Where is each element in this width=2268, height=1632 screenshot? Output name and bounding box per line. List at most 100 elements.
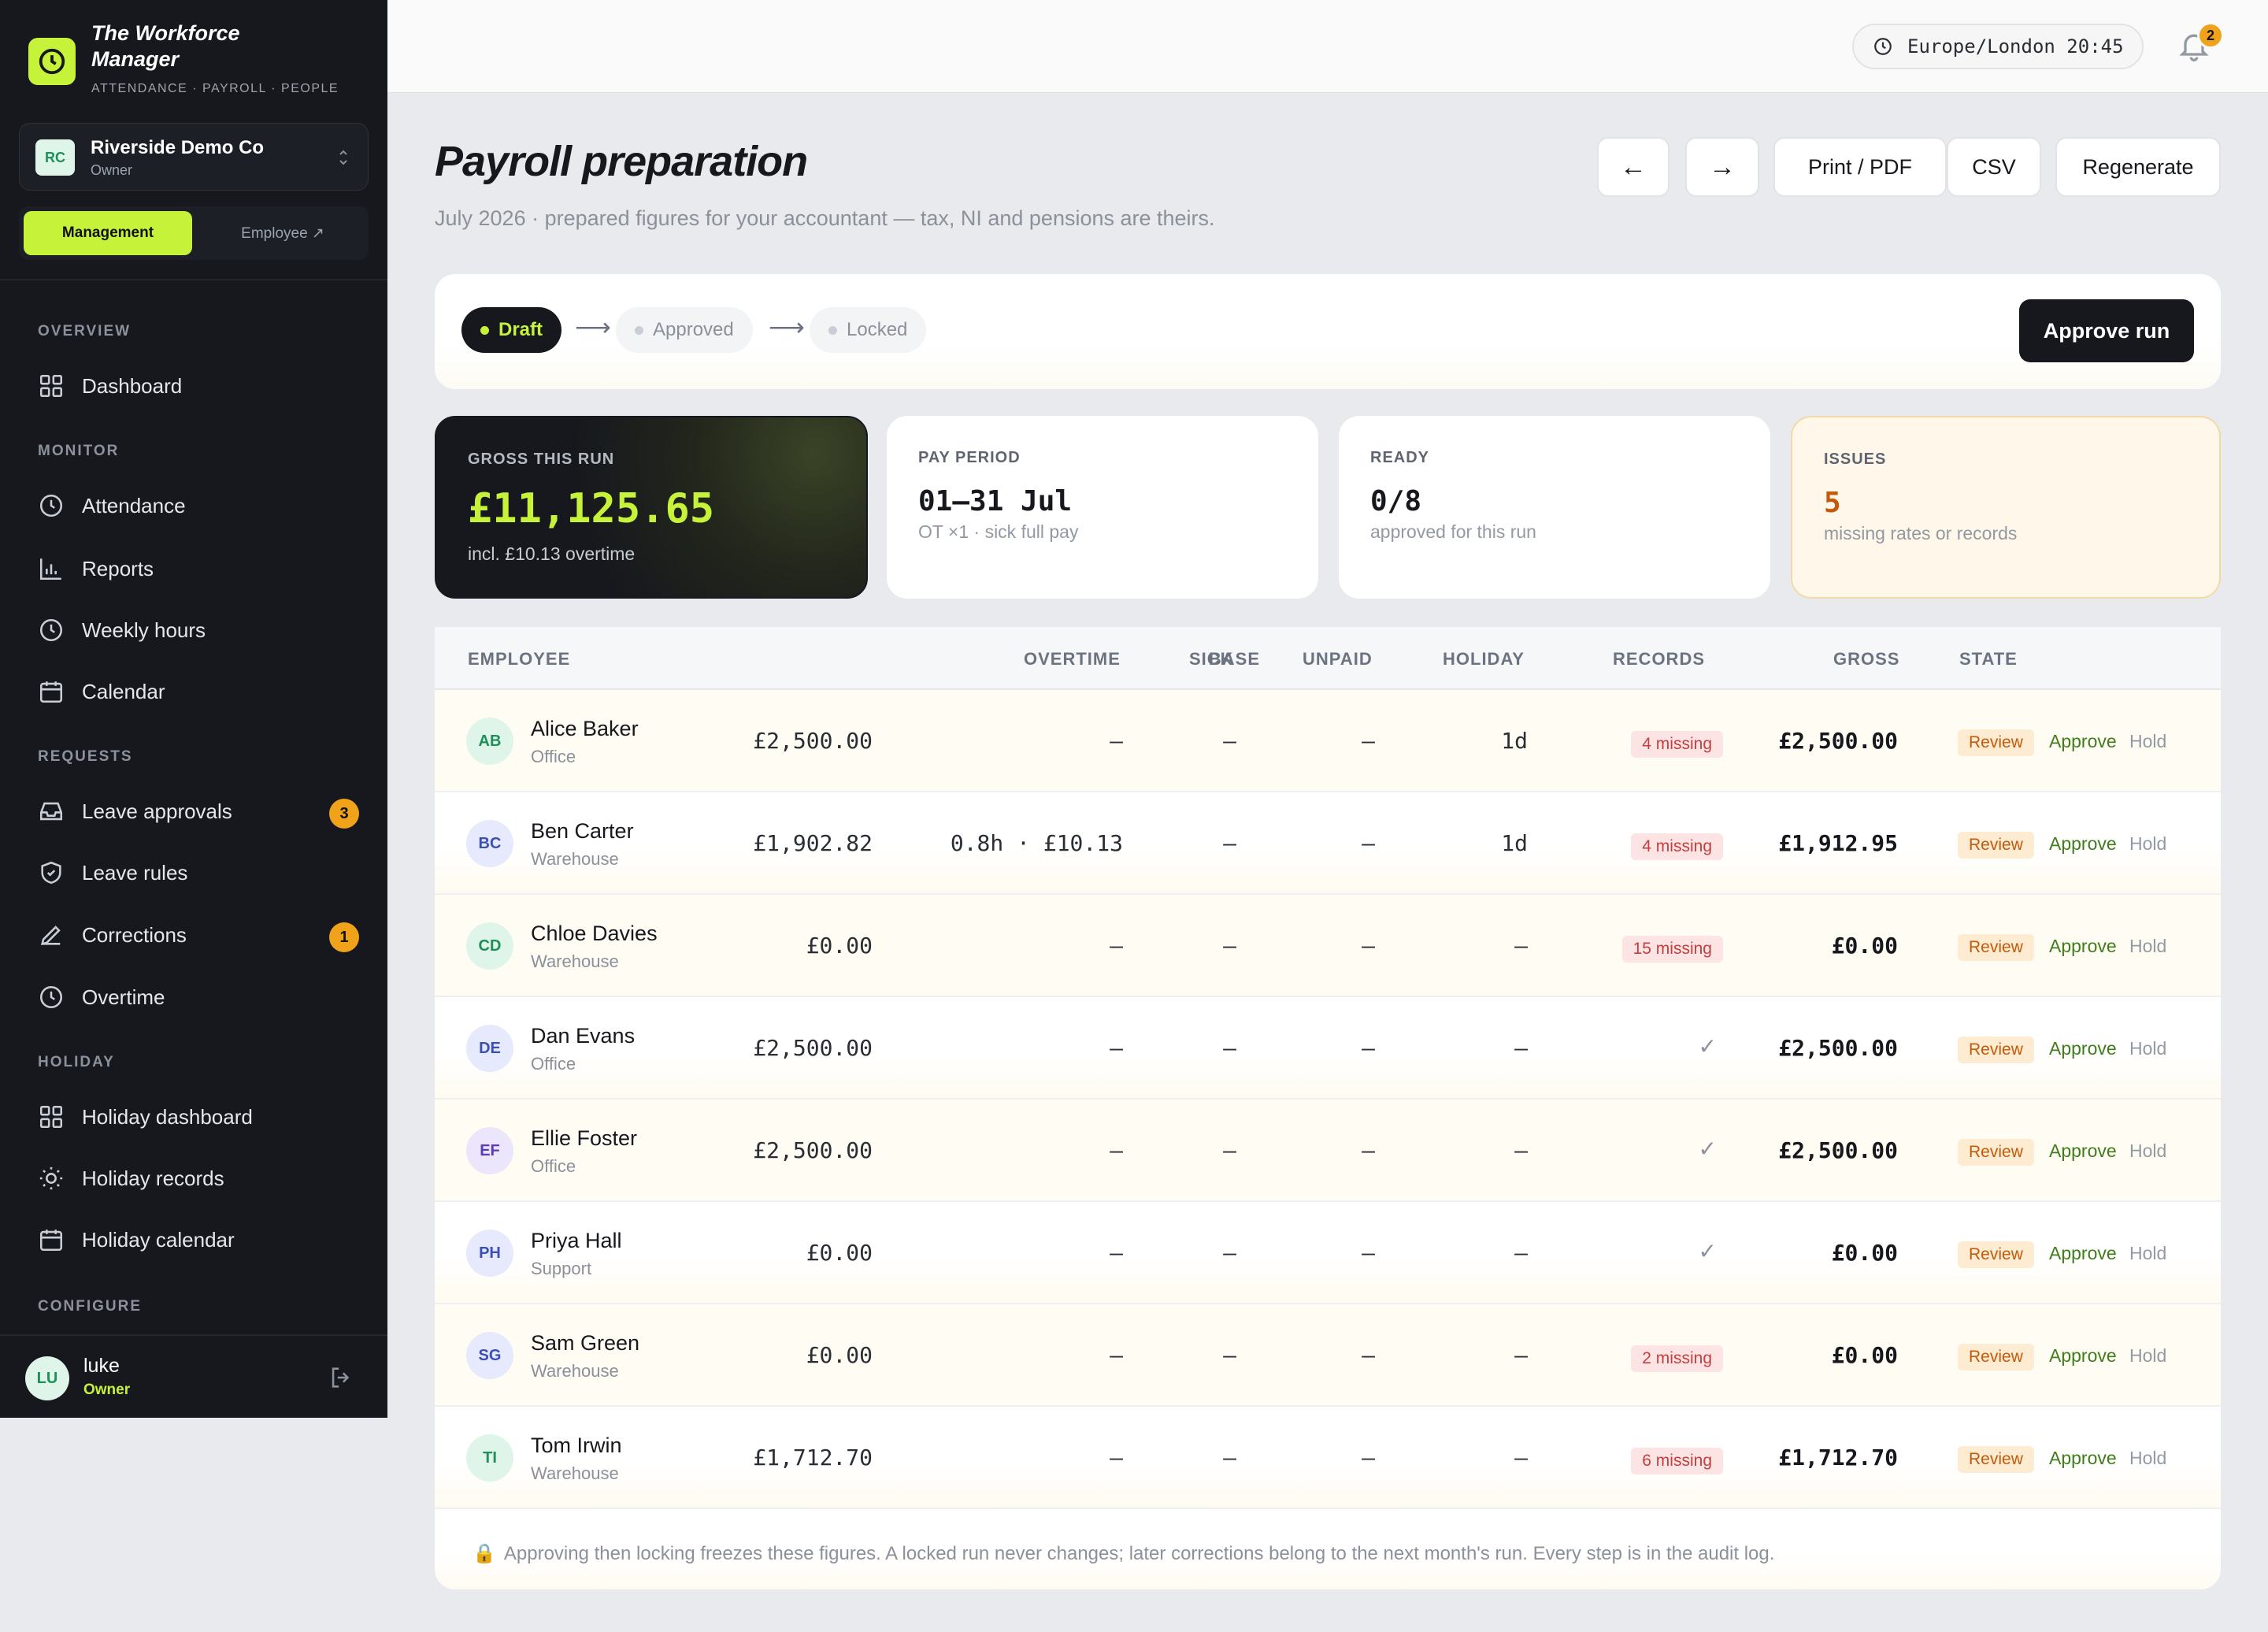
brand-title: The Workforce Manager: [91, 21, 240, 71]
clock-icon: [39, 618, 63, 642]
hold-button[interactable]: Hold: [2129, 1448, 2166, 1469]
employee-name[interactable]: Ellie Foster: [531, 1126, 637, 1151]
next-month-button[interactable]: →: [1685, 137, 1759, 197]
mode-switch: Management Employee ↗: [19, 206, 369, 260]
overtime-pay: –: [1110, 1342, 1123, 1368]
sick-pay: –: [1223, 830, 1236, 856]
inbox-icon: [39, 802, 63, 821]
nav-dashboard[interactable]: Dashboard: [38, 364, 359, 408]
missing-records-badge[interactable]: 2 missing: [1631, 1345, 1723, 1372]
base-pay: £0.00: [806, 1342, 873, 1368]
missing-records-badge[interactable]: 4 missing: [1631, 731, 1723, 758]
management-mode-button[interactable]: Management: [24, 211, 192, 255]
col-sick: SICK: [1189, 649, 1234, 669]
nav-leave-rules[interactable]: Leave rules: [38, 851, 359, 895]
employee-name[interactable]: Chloe Davies: [531, 922, 658, 946]
col-overtime: OVERTIME: [1024, 649, 1121, 669]
review-button[interactable]: Review: [1958, 832, 2034, 859]
review-button[interactable]: Review: [1958, 1344, 2034, 1371]
hold-button[interactable]: Hold: [2129, 1038, 2166, 1059]
employee-name[interactable]: Ben Carter: [531, 819, 634, 844]
nav-holiday-dashboard[interactable]: Holiday dashboard: [38, 1095, 359, 1139]
logout-icon[interactable]: [328, 1364, 354, 1391]
review-button[interactable]: Review: [1958, 1037, 2034, 1063]
approve-run-button[interactable]: Approve run: [2019, 299, 2194, 362]
csv-button[interactable]: CSV: [1947, 137, 2041, 197]
nav-reports[interactable]: Reports: [38, 547, 359, 591]
hold-button[interactable]: Hold: [2129, 936, 2166, 957]
approve-button[interactable]: Approve: [2049, 1345, 2117, 1367]
nav-weekly-hours[interactable]: Weekly hours: [38, 608, 359, 652]
card-label: READY: [1370, 449, 1430, 466]
approve-button[interactable]: Approve: [2049, 936, 2117, 957]
step-label: Locked: [847, 319, 908, 340]
employee-department: Support: [531, 1259, 592, 1278]
table-row[interactable]: CD Chloe Davies Warehouse £0.00 – – – – 15 missi…: [435, 895, 2221, 997]
timezone-clock[interactable]: Europe/London 20:45: [1852, 24, 2144, 69]
employee-name[interactable]: Tom Irwin: [531, 1434, 622, 1458]
chevron-updown-icon: [339, 150, 347, 165]
missing-records-badge[interactable]: 15 missing: [1621, 936, 1723, 963]
hold-button[interactable]: Hold: [2129, 1345, 2166, 1367]
unpaid-leave: –: [1362, 1445, 1375, 1471]
review-button[interactable]: Review: [1958, 1139, 2034, 1166]
bar-chart-icon: [39, 558, 61, 580]
hold-button[interactable]: Hold: [2129, 1141, 2166, 1162]
nav-label: Reports: [82, 556, 154, 580]
nav-calendar[interactable]: Calendar: [38, 669, 359, 714]
table-row[interactable]: AB Alice Baker Office £2,500.00 – – – 1d 4 missi…: [435, 690, 2221, 792]
holiday-days: –: [1514, 933, 1528, 959]
nav-attendance[interactable]: Attendance: [38, 484, 359, 528]
nav-holiday-calendar[interactable]: Holiday calendar: [38, 1218, 359, 1262]
table-row[interactable]: DE Dan Evans Office £2,500.00 – – – – ✓ £2,500.00…: [435, 997, 2221, 1100]
approve-button[interactable]: Approve: [2049, 1243, 2117, 1264]
review-button[interactable]: Review: [1958, 1446, 2034, 1473]
hold-button[interactable]: Hold: [2129, 1243, 2166, 1264]
review-button[interactable]: Review: [1958, 934, 2034, 961]
table-row[interactable]: BC Ben Carter Warehouse £1,902.82 0.8h · £10…: [435, 792, 2221, 895]
organization-switcher[interactable]: RC Riverside Demo Co Owner: [19, 123, 369, 191]
nav-corrections[interactable]: Corrections 1: [38, 913, 359, 957]
review-button[interactable]: Review: [1958, 729, 2034, 756]
approve-button[interactable]: Approve: [2049, 1038, 2117, 1059]
table-row[interactable]: EF Ellie Foster Office £2,500.00 – – – – ✓ £2,500…: [435, 1100, 2221, 1202]
regenerate-button[interactable]: Regenerate: [2055, 137, 2221, 197]
missing-records-badge[interactable]: 4 missing: [1631, 833, 1723, 860]
employee-mode-button[interactable]: Employee ↗: [202, 211, 364, 255]
review-button[interactable]: Review: [1958, 1241, 2034, 1268]
approve-button[interactable]: Approve: [2049, 731, 2117, 752]
table-row[interactable]: TI Tom Irwin Warehouse £1,712.70 – – – – 6 missi…: [435, 1407, 2221, 1509]
table-row[interactable]: SG Sam Green Warehouse £0.00 – – – – 2 missing £0…: [435, 1304, 2221, 1407]
card-note: missing rates or records: [1824, 523, 2018, 543]
nav-overtime[interactable]: Overtime: [38, 975, 359, 1019]
footer-text: Approving then locking freezes these fig…: [503, 1543, 1775, 1564]
approve-button[interactable]: Approve: [2049, 1448, 2117, 1469]
clock-icon: [1874, 38, 1892, 55]
status-dot: [635, 325, 643, 335]
missing-records-badge[interactable]: 6 missing: [1631, 1448, 1723, 1474]
hold-button[interactable]: Hold: [2129, 731, 2166, 752]
nav-leave-approvals[interactable]: Leave approvals 3: [38, 789, 359, 833]
approve-button[interactable]: Approve: [2049, 833, 2117, 855]
employee-name[interactable]: Dan Evans: [531, 1024, 635, 1048]
lock-icon: 🔒: [472, 1543, 496, 1564]
hold-button[interactable]: Hold: [2129, 833, 2166, 855]
previous-month-button[interactable]: ←: [1597, 137, 1670, 197]
user-role: Owner: [83, 1382, 131, 1398]
employee-name[interactable]: Sam Green: [531, 1331, 639, 1356]
employee-name[interactable]: Alice Baker: [531, 717, 639, 741]
employee-department: Office: [531, 747, 576, 766]
ready-card: READY 0/8 approved for this run: [1339, 416, 1770, 599]
employee-avatar: EF: [466, 1127, 513, 1174]
print-pdf-button[interactable]: Print / PDF: [1773, 137, 1947, 197]
approve-button[interactable]: Approve: [2049, 1141, 2117, 1162]
table-footer-note: 🔒 Approving then locking freezes these fi…: [435, 1511, 2221, 1589]
shield-icon: [41, 861, 61, 885]
table-header: EMPLOYEE BASE OVERTIME SICK UNPAID HOLID…: [435, 627, 2221, 690]
card-note: incl. £10.13 overtime: [468, 543, 636, 564]
employee-name[interactable]: Priya Hall: [531, 1229, 622, 1253]
clock-icon: [39, 985, 63, 1009]
table-row[interactable]: PH Priya Hall Support £0.00 – – – – ✓ £0.00 Review…: [435, 1202, 2221, 1304]
holiday-days: 1d: [1501, 830, 1528, 856]
nav-holiday-records[interactable]: Holiday records: [38, 1156, 359, 1200]
